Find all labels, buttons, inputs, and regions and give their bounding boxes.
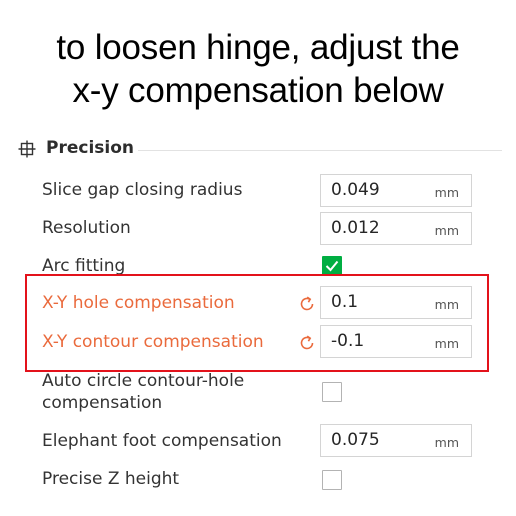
setting-label: Elephant foot compensation	[42, 431, 282, 451]
highlight-annotation-box	[25, 274, 489, 372]
input-unit: mm	[434, 435, 459, 450]
precision-grid-icon	[18, 140, 36, 158]
slice-gap-closing-radius-input[interactable]: 0.049 mm	[320, 174, 472, 207]
section-title: Precision	[46, 138, 135, 158]
setting-label: Slice gap closing radius	[42, 180, 243, 200]
checkmark-icon	[325, 260, 339, 272]
elephant-foot-compensation-input[interactable]: 0.075 mm	[320, 424, 472, 457]
input-value: 0.049	[331, 180, 380, 200]
input-value: 0.075	[331, 430, 380, 450]
setting-label: Precise Z height	[42, 469, 180, 489]
input-unit: mm	[434, 185, 459, 200]
resolution-input[interactable]: 0.012 mm	[320, 212, 472, 245]
precise-z-height-checkbox[interactable]	[322, 470, 342, 490]
caption-line-1: to loosen hinge, adjust the	[56, 28, 460, 67]
caption-line-2: x-y compensation below	[72, 71, 444, 110]
setting-label: Auto circle contour-hole compensation	[42, 371, 245, 413]
precision-section-header[interactable]: Precision	[16, 136, 502, 162]
section-divider	[138, 150, 502, 151]
input-value: 0.012	[331, 218, 380, 238]
input-unit: mm	[434, 223, 459, 238]
auto-circle-compensation-checkbox[interactable]	[322, 382, 342, 402]
setting-label: Resolution	[42, 218, 131, 238]
arc-fitting-checkbox[interactable]	[322, 256, 342, 276]
instruction-caption: to loosen hinge, adjust the x-y compensa…	[0, 26, 516, 112]
